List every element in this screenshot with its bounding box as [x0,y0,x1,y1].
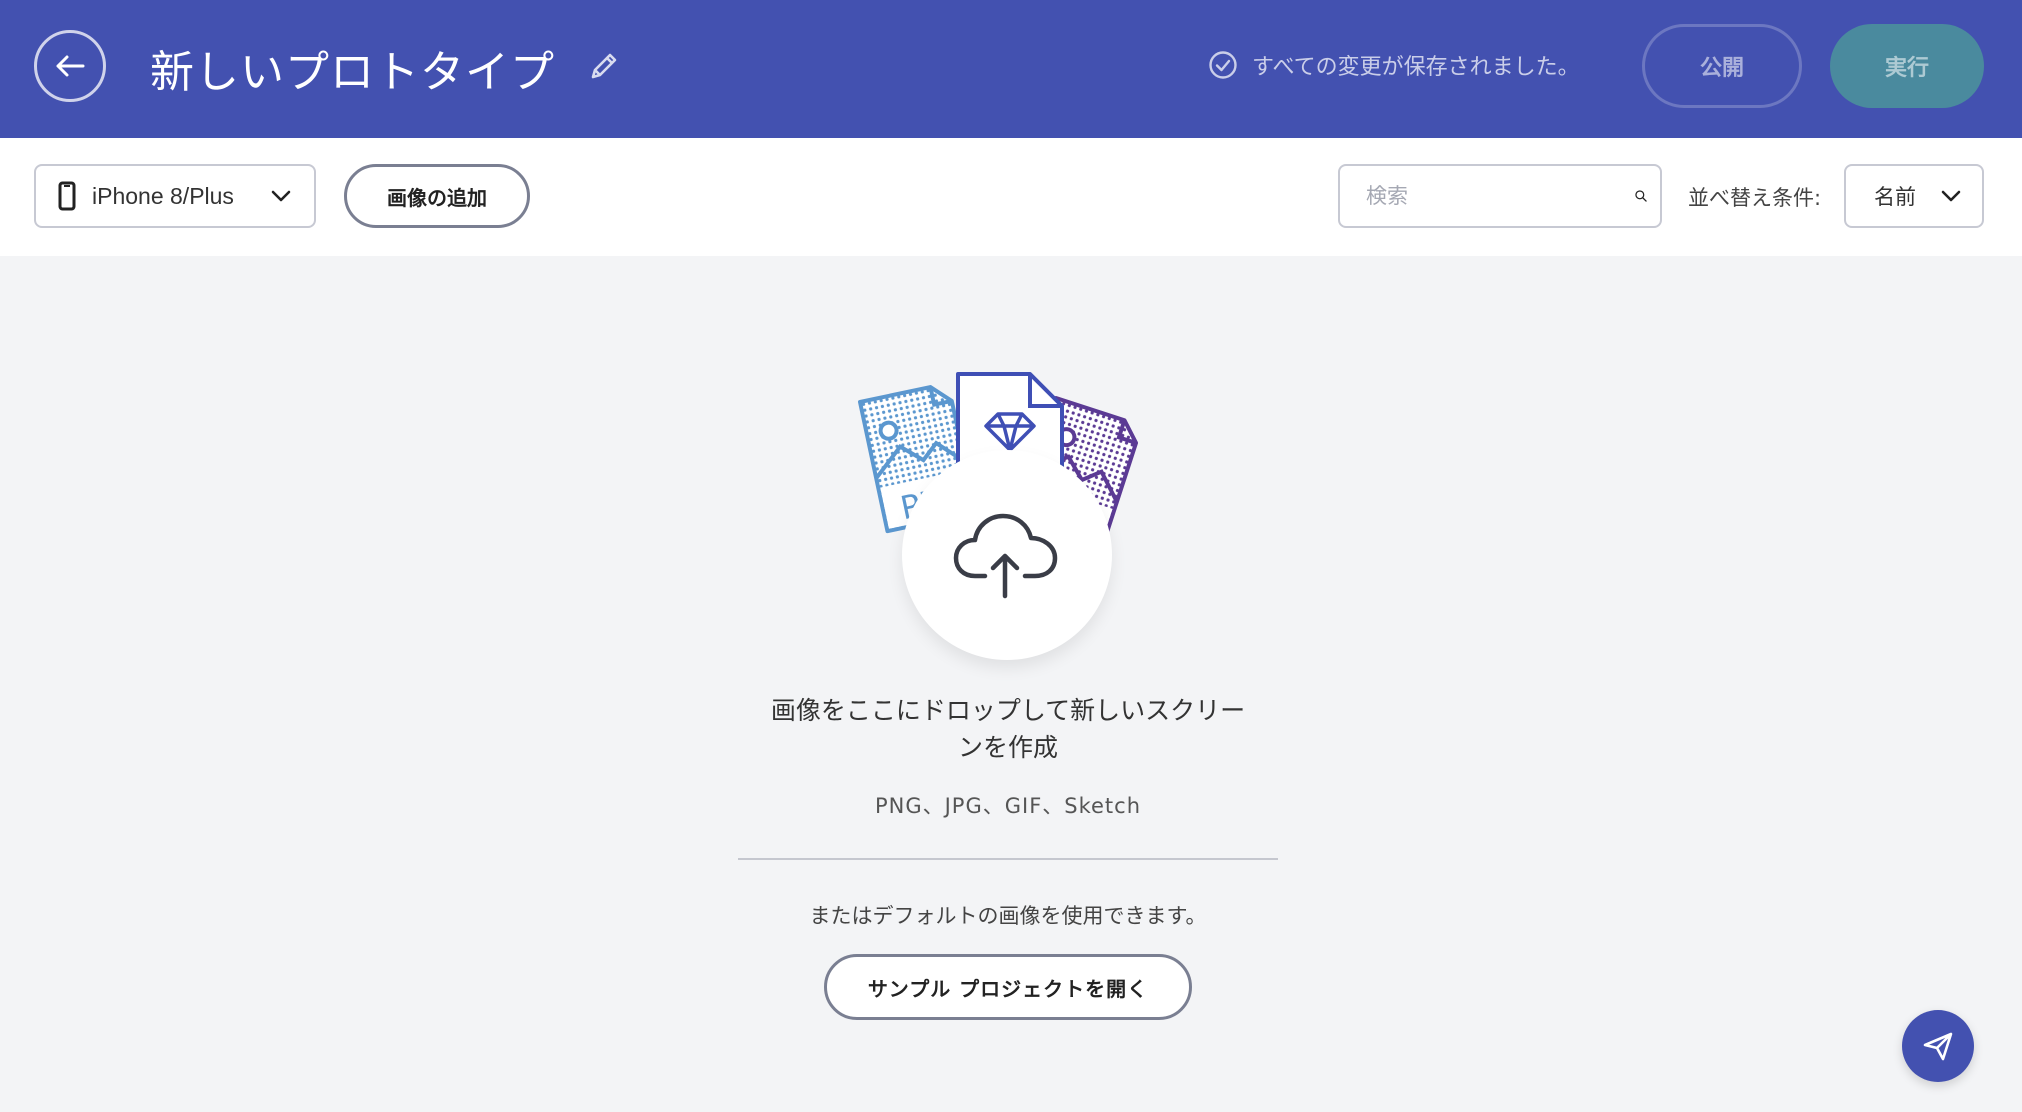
device-select-label: iPhone 8/Plus [92,182,234,209]
supported-formats: PNG、JPG、GIF、Sketch [874,794,1142,818]
cloud-upload-icon [953,513,1058,599]
save-status-text: すべての変更が保存されました。 [1252,55,1580,80]
divider [738,858,1278,860]
publish-button[interactable]: 公開 [1642,24,1802,108]
search-icon[interactable] [1634,178,1648,214]
feedback-button[interactable] [1902,1010,1974,1082]
check-circle-icon [1209,51,1237,79]
run-button[interactable]: 実行 [1830,24,1984,108]
toolbar: iPhone 8/Plus 画像の追加 並べ替え条件: 名前 [0,138,2022,256]
back-button[interactable] [34,30,106,102]
save-status: すべての変更が保存されました。 [1208,48,1580,82]
search-box [1338,164,1662,228]
page-title: 新しいプロトタイプ [150,47,555,98]
add-image-button[interactable]: 画像の追加 [344,164,530,228]
search-input[interactable] [1366,184,1634,208]
device-select[interactable]: iPhone 8/Plus [34,164,316,228]
sort-label: 並べ替え条件: [1688,186,1822,210]
sort-select[interactable]: 名前 [1844,164,1984,228]
chevron-down-icon [1941,190,1961,202]
paper-plane-icon [1923,1032,1953,1061]
sort-select-label: 名前 [1874,185,1916,209]
default-images-text: またはデフォルトの画像を使用できます。 [809,904,1207,928]
upload-dropzone[interactable] [902,450,1112,660]
drop-instructions: 画像をここにドロップして新しいスクリーンを作成 [770,696,1246,762]
back-arrow-icon [56,55,85,77]
open-sample-project-button[interactable]: サンプル プロジェクトを開く [824,954,1192,1020]
top-bar: 新しいプロトタイプ すべての変更が保存されました。 公開 実行 [0,0,2022,138]
chevron-down-icon [271,190,291,202]
phone-icon [58,181,76,211]
pencil-icon[interactable] [586,48,622,84]
